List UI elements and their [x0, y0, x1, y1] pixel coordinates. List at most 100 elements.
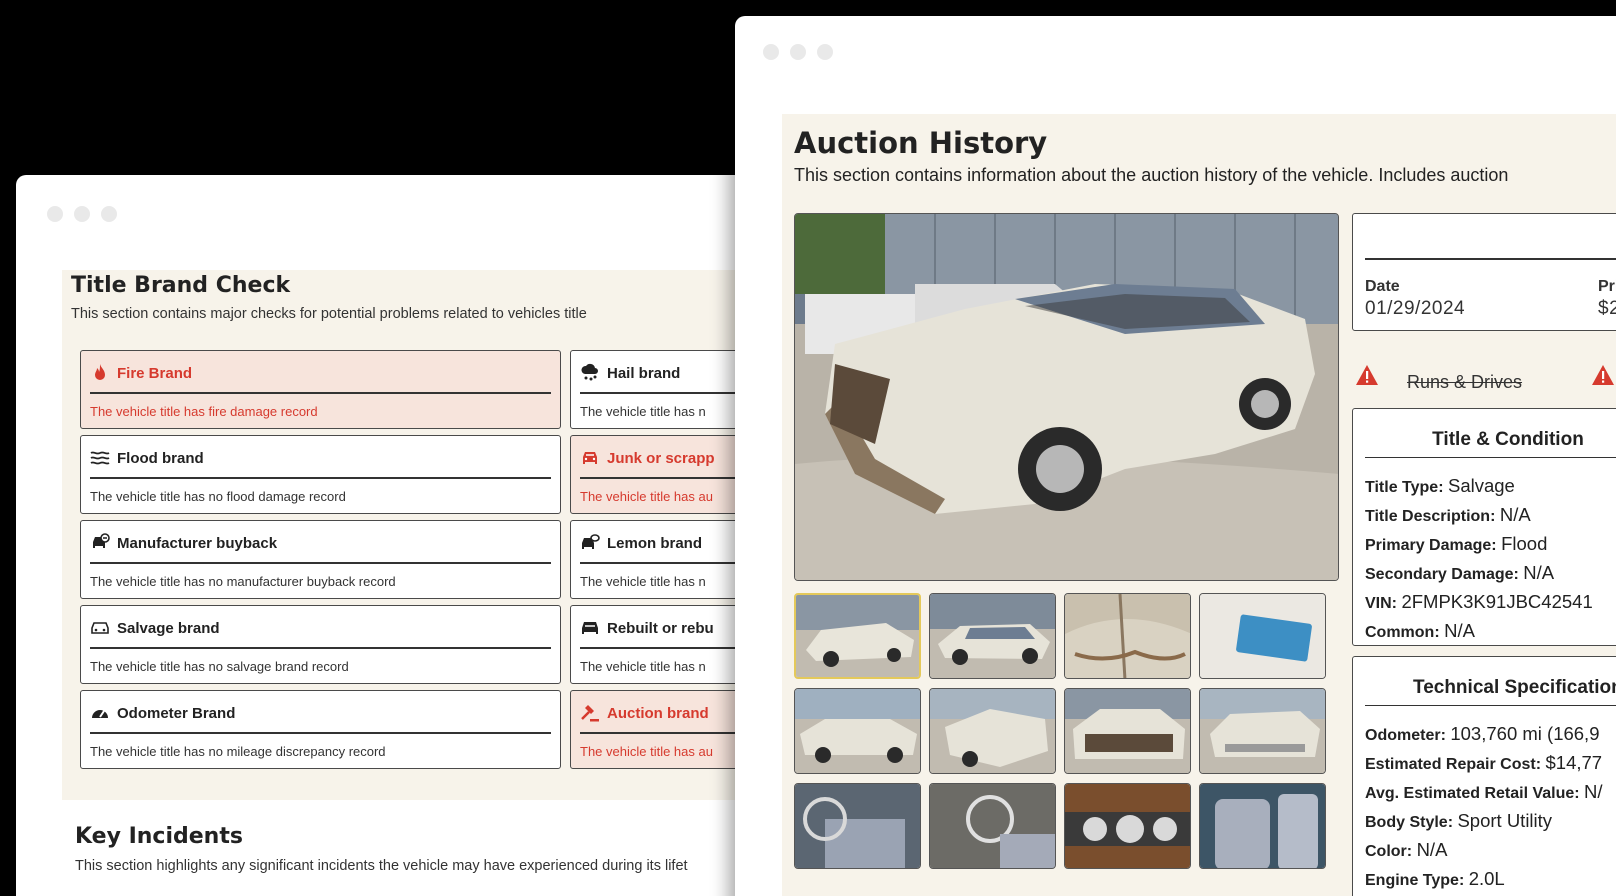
- brand-desc: The vehicle title has no mileage discrep…: [90, 744, 386, 759]
- photo-thumbnail[interactable]: [1064, 593, 1191, 679]
- window-minimize-dot[interactable]: [74, 206, 90, 222]
- brand-name: Junk or scrapp: [607, 449, 715, 467]
- brand-desc: The vehicle title has au: [580, 744, 713, 759]
- window-maximize-dot[interactable]: [817, 44, 833, 60]
- photo-thumbnail[interactable]: [929, 783, 1056, 869]
- warning-icon: [1592, 365, 1614, 385]
- color-row: Color: N/A: [1365, 839, 1448, 860]
- brand-card-odometer[interactable]: Odometer Brand The vehicle title has no …: [80, 690, 561, 769]
- window-close-dot[interactable]: [763, 44, 779, 60]
- window-controls: [47, 206, 117, 222]
- hail-cloud-icon: [581, 363, 598, 381]
- warning-icon: [1356, 365, 1378, 385]
- photo-thumbnail[interactable]: [929, 593, 1056, 679]
- title-condition-card: Title & Condition Title Type: Salvage Ti…: [1352, 408, 1616, 646]
- primary-damage-row: Primary Damage: Flood: [1365, 533, 1548, 554]
- junk-car-icon: [583, 452, 597, 464]
- photo-thumbnail[interactable]: [1064, 688, 1191, 774]
- brand-desc: The vehicle title has fire damage record: [90, 404, 318, 419]
- body-style-row: Body Style: Sport Utility: [1365, 810, 1553, 831]
- car-return-icon: [93, 533, 110, 548]
- auction-history-heading: Auction History: [794, 126, 1048, 160]
- brand-desc: The vehicle title has no flood damage re…: [90, 489, 346, 504]
- brand-desc: The vehicle title has no manufacturer bu…: [90, 574, 396, 589]
- sale-date-label: Date: [1365, 278, 1400, 295]
- engine-type-row: Engine Type: 2.0L: [1365, 868, 1505, 889]
- brand-card-salvage[interactable]: Salvage brand The vehicle title has no s…: [80, 605, 561, 684]
- key-incidents-subtitle: This section highlights any significant …: [75, 858, 688, 874]
- photo-thumbnail[interactable]: [1199, 688, 1326, 774]
- sale-info-card: Date 01/29/2024 Pri $2: [1352, 213, 1616, 331]
- thumb-image: [1200, 784, 1325, 868]
- thumb-image: [930, 784, 1055, 868]
- vehicle-photo-image: [795, 214, 1338, 580]
- thumb-image: [930, 594, 1055, 678]
- brand-name: Manufacturer buyback: [117, 534, 278, 552]
- title-description-row: Title Description: N/A: [1365, 504, 1531, 525]
- retail-value-row: Avg. Estimated Retail Value: N/: [1365, 781, 1603, 802]
- photo-thumbnail[interactable]: [1064, 783, 1191, 869]
- auction-history-window: Auction History This section contains in…: [735, 16, 1616, 896]
- thumb-image: [1065, 689, 1190, 773]
- photo-thumbnail[interactable]: [1199, 783, 1326, 869]
- technical-spec-heading: Technical Specification: [1365, 669, 1616, 706]
- title-brand-window: Title Brand Check This section contains …: [16, 175, 776, 896]
- brand-card-manufacturer-buyback[interactable]: Manufacturer buyback The vehicle title h…: [80, 520, 561, 599]
- vehicle-main-photo[interactable]: [794, 213, 1339, 581]
- fire-icon: [95, 364, 105, 380]
- thumb-image: [795, 689, 920, 773]
- sale-price-value: $2: [1598, 298, 1616, 319]
- thumb-image: [1200, 689, 1325, 773]
- window-close-dot[interactable]: [47, 206, 63, 222]
- car-icon: [91, 622, 109, 634]
- brand-card-fire[interactable]: Fire Brand The vehicle title has fire da…: [80, 350, 561, 429]
- thumb-image: [1065, 784, 1190, 868]
- photo-thumbnail[interactable]: [794, 593, 921, 679]
- title-type-row: Title Type: Salvage: [1365, 475, 1515, 496]
- brand-desc: The vehicle title has n: [580, 659, 706, 674]
- window-controls: [763, 44, 833, 60]
- brand-desc: The vehicle title has no salvage brand r…: [90, 659, 349, 674]
- odometer-row: Odometer: 103,760 mi (166,9: [1365, 723, 1600, 744]
- rebuilt-car-icon: [582, 622, 598, 634]
- sale-date-value: 01/29/2024: [1365, 298, 1466, 319]
- window-minimize-dot[interactable]: [790, 44, 806, 60]
- auction-history-subtitle: This section contains information about …: [794, 165, 1509, 185]
- brand-name: Salvage brand: [117, 619, 220, 637]
- title-brand-heading: Title Brand Check: [71, 273, 291, 298]
- common-row: Common: N/A: [1365, 620, 1475, 641]
- secondary-damage-row: Secondary Damage: N/A: [1365, 562, 1555, 583]
- photo-thumbnail[interactable]: [794, 688, 921, 774]
- brand-desc: The vehicle title has n: [580, 574, 706, 589]
- runs-drives-status: Runs & Drives: [1407, 372, 1523, 392]
- thumb-image: [795, 784, 920, 868]
- brand-name: Auction brand: [607, 704, 709, 722]
- window-maximize-dot[interactable]: [101, 206, 117, 222]
- brand-name: Flood brand: [117, 449, 204, 467]
- technical-spec-card: Technical Specification Odometer: 103,76…: [1352, 656, 1616, 896]
- brand-name: Rebuilt or rebu: [607, 619, 714, 637]
- brand-name: Odometer Brand: [117, 704, 236, 722]
- brand-desc: The vehicle title has au: [580, 489, 713, 504]
- thumb-image: [796, 595, 919, 677]
- lemon-car-icon: [582, 534, 600, 549]
- vin-row: VIN: 2FMPK3K91JBC42541: [1365, 591, 1593, 612]
- brand-name: Hail brand: [607, 364, 681, 382]
- title-brand-subtitle: This section contains major checks for p…: [71, 306, 587, 322]
- speedometer-icon: [92, 710, 108, 718]
- photo-thumbnail[interactable]: [929, 688, 1056, 774]
- photo-thumbnail[interactable]: [1199, 593, 1326, 679]
- thumb-image: [1065, 594, 1190, 678]
- waves-icon: [90, 451, 110, 465]
- brand-name: Fire Brand: [117, 364, 193, 382]
- thumb-image: [1200, 594, 1325, 678]
- repair-cost-row: Estimated Repair Cost: $14,77: [1365, 752, 1603, 773]
- sale-price-label: Pri: [1598, 278, 1616, 295]
- key-incidents-heading: Key Incidents: [75, 824, 243, 849]
- gavel-icon: [581, 705, 599, 722]
- brand-name: Lemon brand: [607, 534, 703, 552]
- photo-thumbnail[interactable]: [794, 783, 921, 869]
- thumb-image: [930, 689, 1055, 773]
- brand-card-flood[interactable]: Flood brand The vehicle title has no flo…: [80, 435, 561, 514]
- title-condition-heading: Title & Condition: [1365, 421, 1616, 458]
